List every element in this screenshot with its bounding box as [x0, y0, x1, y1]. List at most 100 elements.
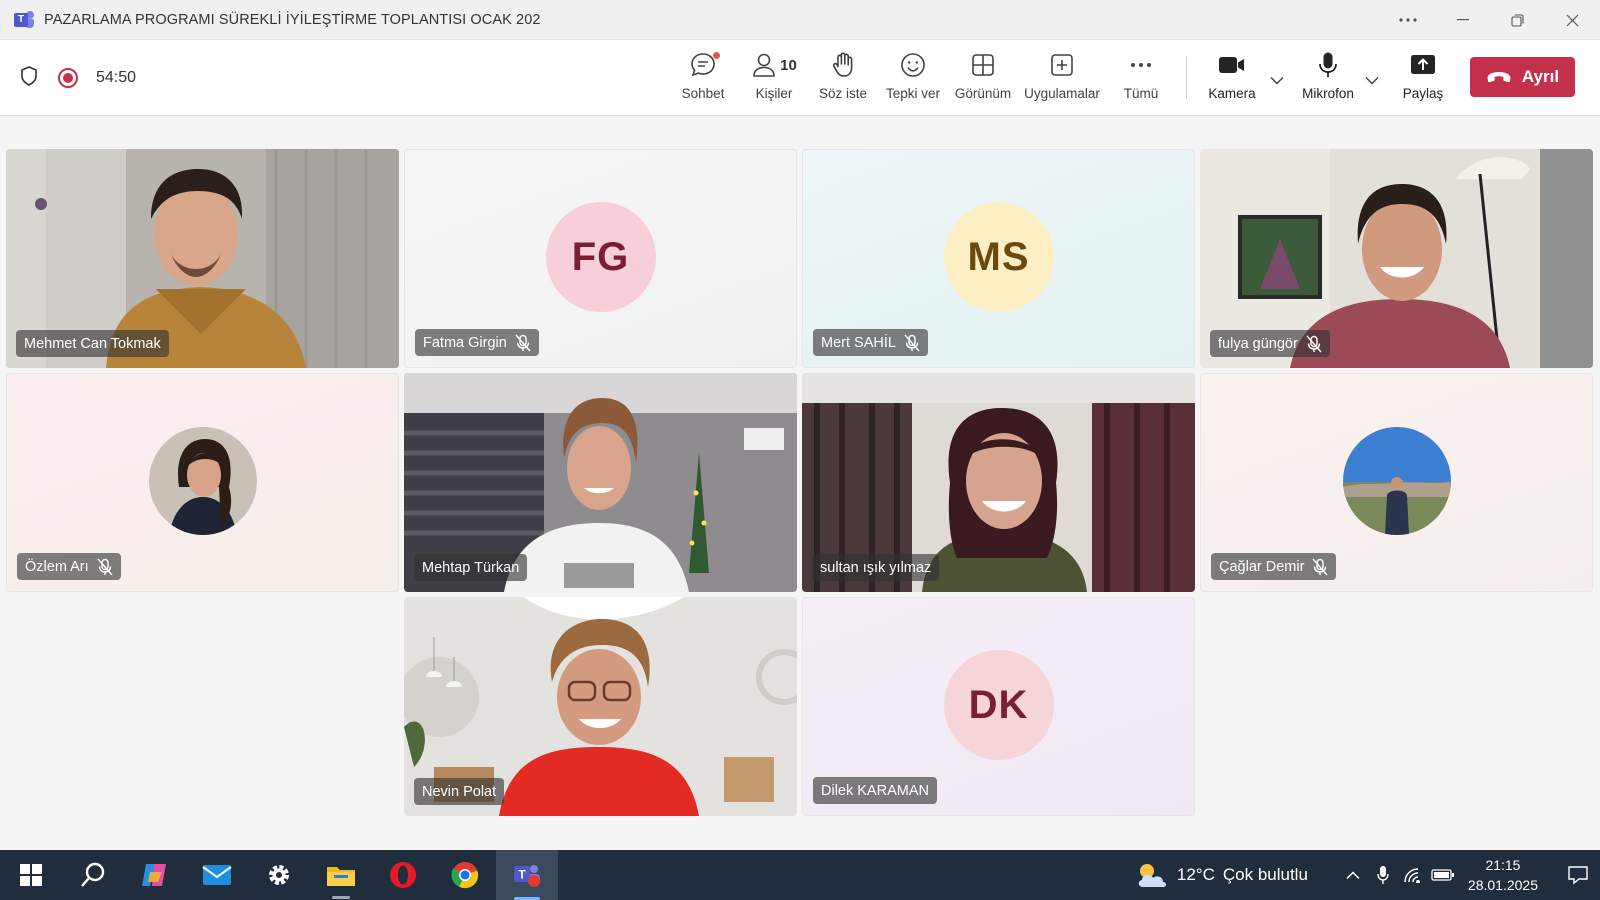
share-button[interactable]: Paylaş — [1402, 48, 1444, 108]
toolbar-divider — [1186, 57, 1187, 99]
participant-grid: Mehmet Can Tokmak FG Fatma Girgin MS Mer… — [0, 117, 1600, 850]
windows-taskbar: T 12°C Çok bulutlu 21:15 28.01.2025 — [0, 850, 1600, 900]
start-button[interactable] — [0, 850, 62, 900]
wifi-icon[interactable] — [1398, 867, 1428, 883]
participant-name-tag: fulya güngör — [1210, 330, 1330, 357]
teams-taskbar-button[interactable]: T — [496, 850, 558, 900]
participant-name-tag: Özlem Arı — [17, 553, 121, 580]
chat-button[interactable]: Sohbet — [680, 48, 726, 108]
window-title: PAZARLAMA PROGRAMI SÜREKLİ İYİLEŞTİRME T… — [44, 11, 541, 28]
participant-name: Özlem Arı — [25, 558, 89, 575]
mic-muted-icon — [1306, 335, 1322, 353]
restore-button[interactable] — [1490, 0, 1545, 40]
camera-button[interactable]: Kamera — [1207, 48, 1257, 108]
participant-name-tag: Mehmet Can Tokmak — [16, 330, 169, 357]
participant-name: fulya güngör — [1218, 335, 1298, 352]
participant-name-tag: Dilek KARAMAN — [813, 777, 937, 804]
participant-tile[interactable]: DK Dilek KARAMAN — [802, 597, 1195, 816]
chrome-icon — [451, 862, 479, 889]
mic-label: Mikrofon — [1302, 86, 1354, 101]
weather-widget[interactable]: 12°C Çok bulutlu — [1135, 861, 1308, 889]
participant-name: sultan ışık yılmaz — [820, 559, 932, 576]
chat-label: Sohbet — [681, 86, 725, 101]
initials-avatar: FG — [545, 202, 656, 312]
profile-photo-avatar — [1342, 427, 1451, 535]
smiley-icon — [901, 53, 925, 77]
mic-options-chevron-icon[interactable] — [1365, 72, 1379, 90]
copilot-button[interactable] — [124, 850, 186, 900]
participant-tile[interactable]: Özlem Arı — [6, 373, 399, 592]
participant-tile[interactable]: FG Fatma Girgin — [404, 149, 797, 368]
raise-hand-button[interactable]: Söz iste — [817, 48, 869, 108]
people-button[interactable]: 10 Kişiler — [744, 48, 804, 108]
camera-options-chevron-icon[interactable] — [1270, 72, 1284, 90]
participant-name: Mehmet Can Tokmak — [24, 335, 161, 352]
more-actions-button[interactable]: Tümü — [1122, 48, 1160, 108]
microphone-tray-icon[interactable] — [1368, 865, 1398, 885]
shield-icon[interactable] — [18, 65, 40, 92]
participant-tile[interactable]: Nevin Polat — [404, 597, 797, 816]
initials-avatar: DK — [943, 650, 1054, 760]
apps-label: Uygulamalar — [1024, 86, 1100, 101]
apps-button[interactable]: Uygulamalar — [1022, 48, 1102, 108]
participant-name-tag: Fatma Girgin — [415, 329, 539, 356]
teams-icon: T — [514, 865, 540, 887]
raise-hand-icon — [832, 52, 853, 77]
grid-view-icon — [972, 54, 994, 76]
close-button[interactable] — [1545, 0, 1600, 40]
mic-muted-icon — [1312, 558, 1328, 576]
participant-tile[interactable]: sultan ışık yılmaz — [802, 373, 1195, 592]
chrome-button[interactable] — [434, 850, 496, 900]
participant-tile[interactable]: MS Mert SAHİL — [802, 149, 1195, 368]
person-icon — [753, 53, 775, 77]
minimize-button[interactable] — [1435, 0, 1490, 40]
opera-button[interactable] — [372, 850, 434, 900]
participant-name: Mehtap Türkan — [422, 559, 520, 576]
view-label: Görünüm — [954, 86, 1012, 101]
opera-icon — [390, 862, 416, 888]
participant-name: Fatma Girgin — [423, 334, 507, 351]
mail-button[interactable] — [186, 850, 248, 900]
participant-tile[interactable]: Çağlar Demir — [1200, 373, 1593, 592]
taskbar-clock[interactable]: 21:15 28.01.2025 — [1468, 855, 1538, 895]
taskbar-search-button[interactable] — [62, 850, 124, 900]
react-label: Tepki ver — [885, 86, 941, 101]
mail-icon — [202, 865, 232, 885]
participant-tile[interactable]: Mehtap Türkan — [404, 373, 797, 592]
settings-button[interactable] — [248, 850, 310, 900]
participant-name: Dilek KARAMAN — [821, 782, 929, 799]
participant-tile[interactable]: Mehmet Can Tokmak — [6, 149, 399, 368]
participant-name-tag: Çağlar Demir — [1211, 553, 1337, 580]
people-label: Kişiler — [755, 86, 793, 101]
minimize-icon — [1456, 19, 1469, 21]
hang-up-icon — [1487, 72, 1511, 83]
battery-icon[interactable] — [1428, 868, 1458, 882]
raise-hand-label: Söz iste — [818, 86, 868, 101]
file-explorer-button[interactable] — [310, 850, 372, 900]
microphone-button[interactable]: Mikrofon — [1298, 48, 1358, 108]
react-button[interactable]: Tepki ver — [884, 48, 942, 108]
copilot-icon — [142, 864, 166, 886]
notification-center-icon[interactable] — [1556, 865, 1600, 885]
more-options-button[interactable] — [1380, 0, 1435, 40]
show-hidden-icons-chevron-icon[interactable] — [1338, 870, 1368, 880]
clock-date: 28.01.2025 — [1467, 877, 1538, 893]
system-tray: 12°C Çok bulutlu 21:15 28.01.2025 — [1135, 850, 1600, 900]
leave-label: Ayrıl — [1521, 67, 1560, 86]
view-button[interactable]: Görünüm — [953, 48, 1013, 108]
participant-tile[interactable]: fulya güngör — [1200, 149, 1593, 368]
participant-name: Çağlar Demir — [1219, 558, 1305, 575]
initials-avatar: MS — [943, 202, 1054, 312]
mic-muted-icon — [97, 558, 113, 576]
settings-icon — [269, 865, 289, 885]
participant-name-tag: Nevin Polat — [414, 778, 505, 805]
participant-name: Nevin Polat — [422, 783, 497, 800]
restore-icon — [1511, 13, 1524, 27]
weather-temp: 12°C — [1176, 865, 1215, 884]
recording-icon — [58, 68, 78, 88]
share-label: Paylaş — [1402, 86, 1444, 101]
title-bar: T PAZARLAMA PROGRAMI SÜREKLİ İYİLEŞTİRME… — [0, 0, 1600, 40]
chat-notification-dot — [713, 52, 720, 59]
meeting-toolbar: 54:50 Sohbet 10 Kişiler Söz iste Tepki v… — [0, 40, 1600, 116]
leave-button[interactable]: Ayrıl — [1470, 57, 1575, 97]
